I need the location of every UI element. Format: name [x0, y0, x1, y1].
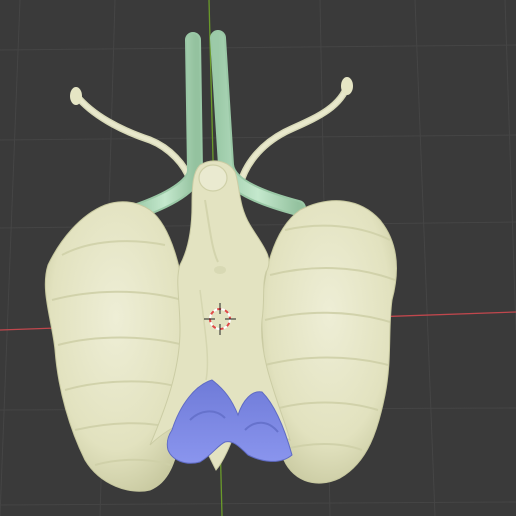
3d-viewport[interactable] — [0, 0, 516, 516]
right-antenna[interactable] — [236, 77, 353, 189]
left-antenna[interactable] — [70, 87, 194, 184]
left-lobe[interactable] — [44, 201, 188, 492]
viewport-canvas[interactable] — [0, 0, 516, 516]
